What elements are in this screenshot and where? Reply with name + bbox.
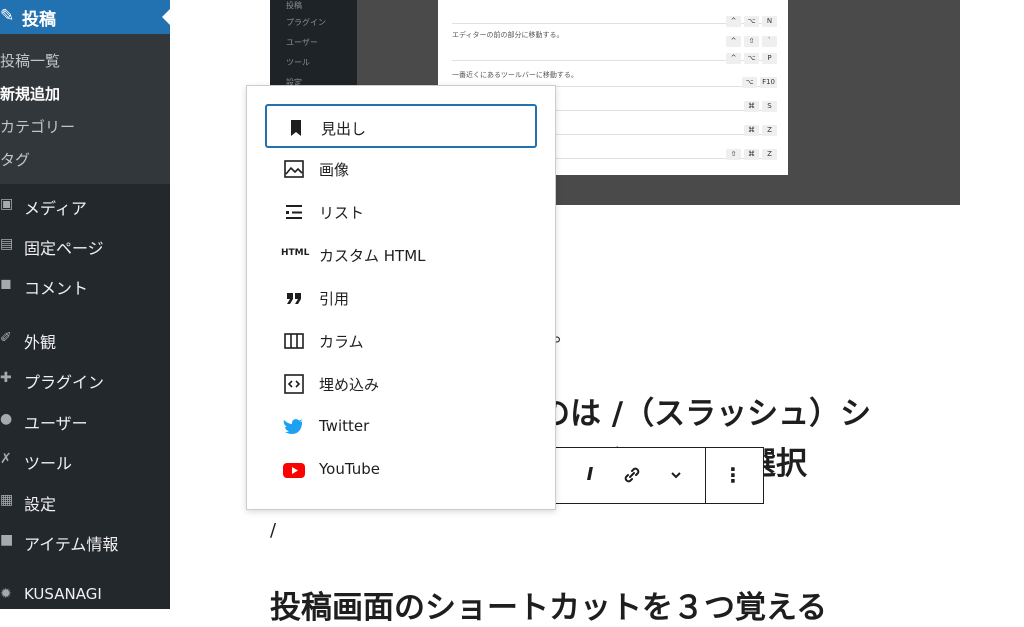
heading-line-1[interactable]: いのは /（スラッシュ）シ <box>508 388 871 433</box>
block-option-quote[interactable]: 引用 <box>265 276 537 320</box>
wrench-icon: ✗ <box>0 451 12 467</box>
list-icon <box>286 205 302 219</box>
columns-icon <box>284 333 304 349</box>
submenu-item-tags[interactable]: タグ <box>0 149 30 170</box>
screenshot-sidebar: 投稿 プラグイン ユーザー ツール 設定 <box>270 0 357 90</box>
sidebar-item-media[interactable]: ▣ メディア <box>0 194 170 222</box>
gear-icon: ✹ <box>0 586 12 602</box>
block-autocomplete-popup: 見出し 画像 リスト HTML カスタム HTML 引用 カラム 埋め込み Tw… <box>246 85 556 510</box>
italic-button[interactable]: I <box>575 460 605 490</box>
options-button[interactable]: ⋮ <box>718 460 748 490</box>
heading-2[interactable]: 投稿画面のショートカットを３つ覚える <box>270 582 827 627</box>
block-option-twitter[interactable]: Twitter <box>265 405 537 449</box>
toolbar-separator <box>705 448 706 503</box>
page-icon: ▤ <box>0 236 14 252</box>
brush-icon: ✐ <box>0 330 12 346</box>
block-option-custom-html[interactable]: HTML カスタム HTML <box>265 233 537 277</box>
embed-icon <box>284 374 304 394</box>
block-toolbar: I ⋮ <box>552 447 764 504</box>
block-option-embed[interactable]: 埋め込み <box>265 362 537 406</box>
comment-icon: ◼ <box>0 276 12 292</box>
block-option-image[interactable]: 画像 <box>265 147 537 191</box>
lock-icon: ■ <box>0 532 14 548</box>
submenu-item-all-posts[interactable]: 投稿一覧 <box>0 50 60 71</box>
quote-icon <box>287 293 301 304</box>
sidebar-item-comments[interactable]: ◼ コメント <box>0 274 170 302</box>
shortcut-row: エディターの前の部分に移動する。 ^ ⇧ ` <box>452 26 777 47</box>
sidebar-item-plugins[interactable]: ✚ プラグイン <box>0 368 170 396</box>
shortcut-row: ^ ⌥ N <box>452 3 777 27</box>
plugin-icon: ✚ <box>0 370 12 386</box>
sidebar-item-pages[interactable]: ▤ 固定ページ <box>0 234 170 262</box>
pin-icon: ✎ <box>0 6 15 26</box>
youtube-icon <box>283 463 305 478</box>
block-option-columns[interactable]: カラム <box>265 319 537 363</box>
link-icon <box>624 467 640 483</box>
sidebar-item-item-info[interactable]: ■ アイテム情報 <box>0 530 170 558</box>
block-option-youtube[interactable]: YouTube <box>265 448 537 492</box>
slash-input-paragraph[interactable]: / <box>270 520 276 541</box>
sidebar-submenu: 投稿一覧 新規追加 カテゴリー タグ <box>0 34 170 184</box>
block-option-heading[interactable]: 見出し <box>265 104 537 148</box>
twitter-icon <box>283 419 303 434</box>
sidebar-item-posts[interactable]: ✎ 投稿 <box>0 0 170 34</box>
submenu-item-add-new[interactable]: 新規追加 <box>0 83 60 104</box>
submenu-item-categories[interactable]: カテゴリー <box>0 116 75 137</box>
media-icon: ▣ <box>0 196 14 212</box>
shortcut-row: ^ ⌥ P <box>452 42 777 64</box>
sidebar-item-appearance[interactable]: ✐ 外観 <box>0 328 170 356</box>
settings-icon: ▦ <box>0 492 14 508</box>
sidebar-item-label: 投稿 <box>22 10 56 30</box>
bookmark-icon <box>291 120 301 136</box>
chevron-down-icon <box>671 472 681 479</box>
sidebar-item-settings[interactable]: ▦ 設定 <box>0 490 170 518</box>
user-icon: ● <box>0 411 13 427</box>
current-arrow <box>162 9 170 25</box>
sidebar-item-kusanagi[interactable]: ✹ KUSANAGI <box>0 584 170 612</box>
admin-sidebar: ✎ 投稿 投稿一覧 新規追加 カテゴリー タグ ▣ メディア ▤ 固定ページ ◼ コメ… <box>0 0 170 609</box>
html-icon: HTML <box>281 248 310 258</box>
shortcut-row: 一番近くにあるツールバーに移動する。 ⌥ F10 <box>452 62 777 88</box>
more-rich-text-button[interactable] <box>661 460 691 490</box>
sidebar-item-tools[interactable]: ✗ ツール <box>0 449 170 477</box>
sidebar-item-users[interactable]: ● ユーザー <box>0 409 170 437</box>
paragraph-period[interactable]: 。 <box>553 318 573 347</box>
block-option-list[interactable]: リスト <box>265 190 537 234</box>
image-icon <box>284 160 304 178</box>
link-button[interactable] <box>617 460 647 490</box>
